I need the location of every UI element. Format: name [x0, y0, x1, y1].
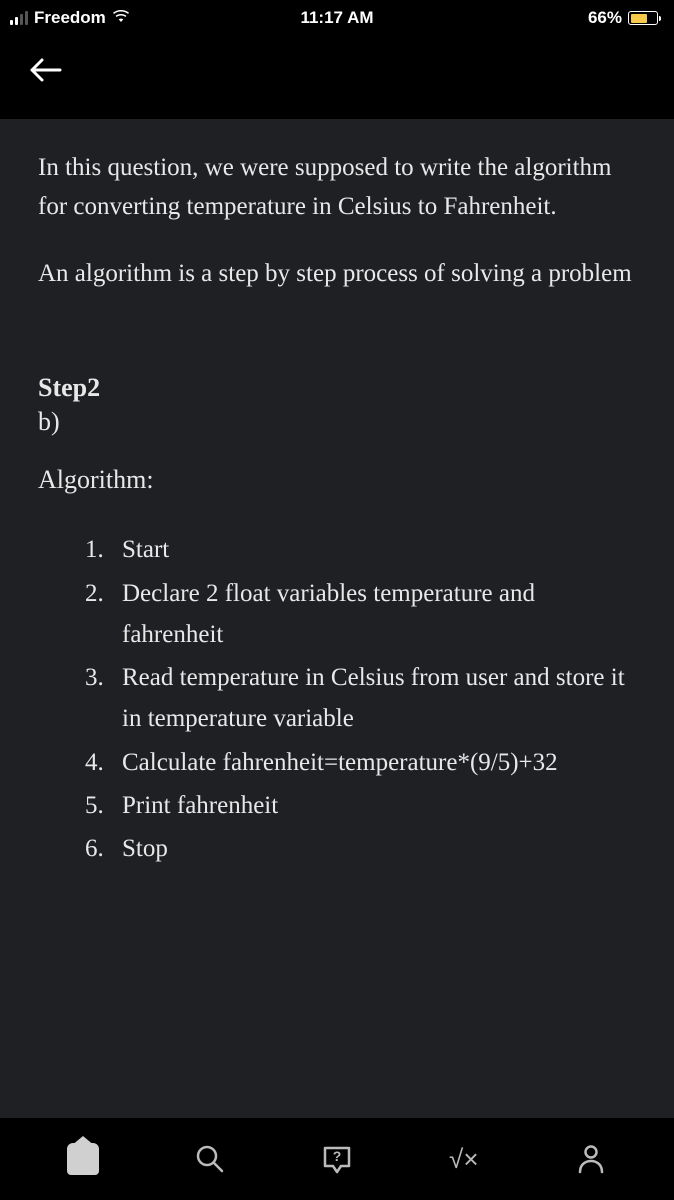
step-header: Step2	[38, 373, 636, 403]
wifi-icon	[112, 8, 130, 28]
list-item: Read temperature in Celsius from user an…	[110, 657, 636, 740]
status-right: 66%	[588, 8, 658, 28]
navigation-bar	[0, 36, 674, 119]
search-tab[interactable]	[186, 1135, 234, 1183]
list-item: Calculate fahrenheit=temperature*(9/5)+3…	[110, 742, 636, 783]
math-tab[interactable]: √×	[440, 1135, 488, 1183]
step-sub: b)	[38, 407, 636, 437]
list-item: Stop	[110, 828, 636, 869]
help-icon: ?	[321, 1144, 353, 1174]
algorithm-list: Start Declare 2 float variables temperat…	[38, 529, 636, 869]
carrier-name: Freedom	[34, 8, 106, 28]
help-tab[interactable]: ?	[313, 1135, 361, 1183]
bottom-navigation: ? √×	[0, 1118, 674, 1200]
status-left: Freedom	[10, 8, 130, 28]
profile-tab[interactable]	[567, 1135, 615, 1183]
profile-icon	[577, 1144, 605, 1174]
algorithm-label: Algorithm:	[38, 465, 636, 495]
battery-percent: 66%	[588, 8, 622, 28]
main-content: In this question, we were supposed to wr…	[0, 119, 674, 1131]
math-icon: √×	[449, 1144, 478, 1175]
status-time: 11:17 AM	[300, 8, 373, 28]
signal-icon	[10, 11, 28, 25]
svg-text:?: ?	[333, 1148, 342, 1164]
list-item: Declare 2 float variables temperature an…	[110, 573, 636, 656]
list-item: Start	[110, 529, 636, 570]
intro-paragraph-2: An algorithm is a step by step process o…	[38, 255, 636, 294]
back-button[interactable]	[28, 56, 62, 84]
status-bar: Freedom 11:17 AM 66%	[0, 0, 674, 36]
intro-paragraph-1: In this question, we were supposed to wr…	[38, 149, 636, 227]
list-item: Print fahrenheit	[110, 785, 636, 826]
battery-icon	[628, 11, 658, 25]
home-icon	[67, 1143, 99, 1175]
home-tab[interactable]	[59, 1135, 107, 1183]
search-icon	[195, 1144, 225, 1174]
